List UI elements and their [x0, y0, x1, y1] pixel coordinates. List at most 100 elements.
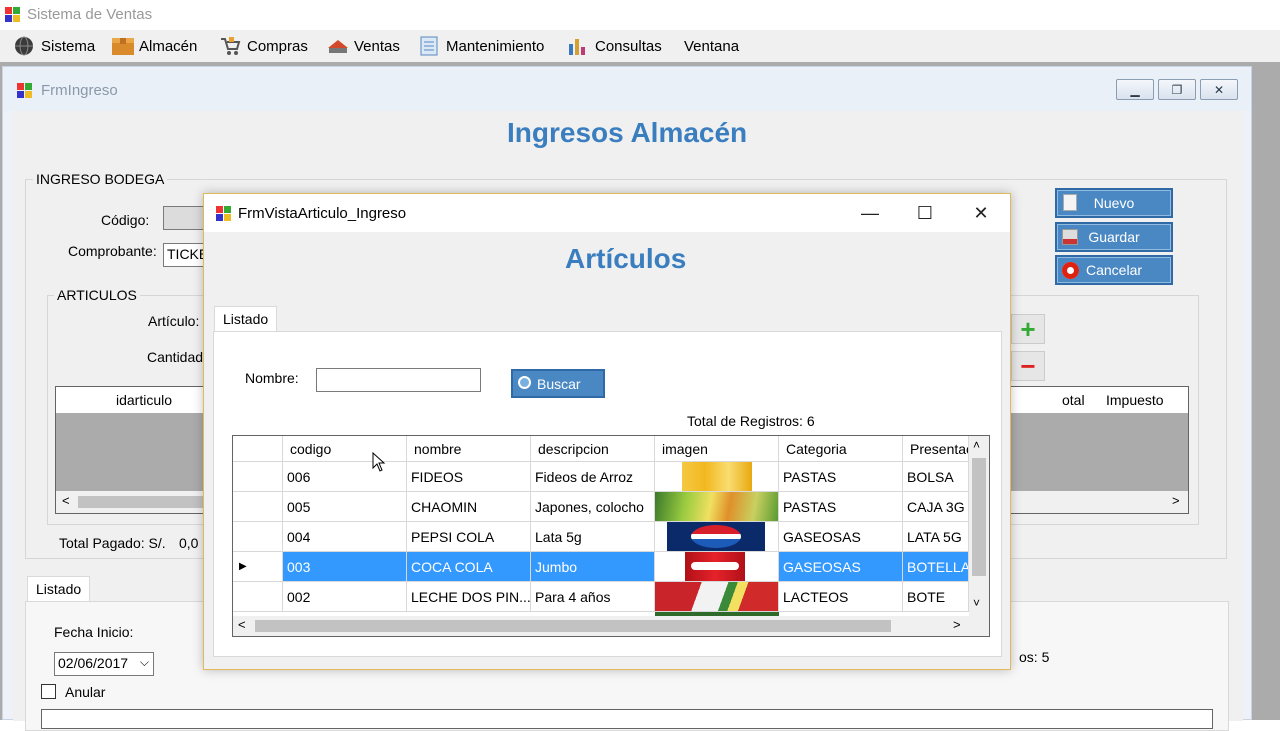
buscar-button[interactable]: Buscar: [511, 369, 605, 398]
cell-descripcion: Jumbo: [531, 552, 655, 582]
menu-almacen[interactable]: Almacén: [111, 34, 197, 58]
cell-descripcion: Fideos de Arroz: [531, 462, 655, 492]
table-row[interactable]: 002 LECHE DOS PIN... Para 4 años LACTEOS…: [233, 582, 969, 612]
menu-bar: Sistema Almacén Compras Ventas Mantenimi…: [0, 30, 1280, 62]
frm-ingreso-title-bar: FrmIngreso ▁ ❐ ✕: [3, 67, 1251, 111]
table-row[interactable]: 004 PEPSI COLA Lata 5g GASEOSAS LATA 5G: [233, 522, 969, 552]
column-header[interactable]: codigo: [283, 436, 407, 462]
menu-mantenimiento[interactable]: Mantenimiento: [418, 34, 544, 58]
cell-nombre: FIDEOS: [407, 462, 531, 492]
buscar-label: Buscar: [537, 375, 581, 392]
menu-ventas[interactable]: Ventas: [326, 34, 400, 58]
column-header[interactable]: descripcion: [531, 436, 655, 462]
tab-listado[interactable]: Listado: [27, 576, 91, 602]
app-title-bar: Sistema de Ventas: [0, 0, 1280, 30]
row-header[interactable]: [233, 582, 283, 612]
row-header[interactable]: [233, 522, 283, 552]
dialog-minimize-button[interactable]: —: [855, 202, 885, 224]
cell-presentacion: LATA 5G: [903, 522, 969, 552]
articulos-grid[interactable]: codigo nombre descripcion imagen Categor…: [232, 435, 990, 637]
total-registros: Total de Registros: 6: [687, 413, 815, 429]
cell-descripcion: Japones, colocho: [531, 492, 655, 522]
comprobante-label: Comprobante:: [68, 243, 157, 259]
cell-codigo: 002: [283, 582, 407, 612]
horizontal-scrollbar[interactable]: < >: [233, 616, 989, 636]
scroll-right-icon: >: [1172, 493, 1180, 508]
scroll-down-icon: ˅: [973, 596, 981, 610]
remove-item-button[interactable]: −: [1011, 351, 1045, 381]
cart-icon: [219, 36, 241, 56]
table-row[interactable]: 006 FIDEOS Fideos de Arroz PASTAS BOLSA: [233, 462, 969, 492]
menu-sistema[interactable]: Sistema: [13, 34, 95, 58]
column-header[interactable]: Presentac: [903, 436, 969, 462]
dialog-title-bar: FrmVistaArticulo_Ingreso — ☐ ✕: [204, 194, 1010, 232]
nuevo-button[interactable]: Nuevo: [1055, 188, 1173, 218]
fecha-inicio-label: Fecha Inicio:: [54, 624, 134, 640]
maximize-icon: ☐: [916, 202, 934, 223]
minimize-button[interactable]: ▁: [1116, 79, 1154, 100]
vertical-scrollbar[interactable]: ˄ ˅: [969, 436, 989, 616]
cell-categoria: GASEOSAS: [779, 552, 903, 582]
dialog-heading: Artículos: [565, 243, 687, 274]
add-item-button[interactable]: +: [1011, 314, 1045, 344]
cell-nombre: LECHE DOS PIN...: [407, 582, 531, 612]
cell-categoria: LACTEOS: [779, 582, 903, 612]
cell-categoria: PASTAS: [779, 462, 903, 492]
cell-presentacion: BOLSA: [903, 462, 969, 492]
listado-grid[interactable]: [41, 709, 1213, 729]
articulos-dialog: FrmVistaArticulo_Ingreso — ☐ ✕ Artículos…: [203, 193, 1011, 670]
table-row-selected[interactable]: ▶ 003 COCA COLA Jumbo GASEOSAS BOTELLA: [233, 552, 969, 582]
grid-header: Impuesto: [1106, 392, 1164, 408]
cell-descripcion: Lata 5g: [531, 522, 655, 552]
anular-checkbox[interactable]: [41, 684, 56, 699]
save-icon: [1062, 229, 1078, 245]
cell-nombre: CHAOMIN: [407, 492, 531, 522]
cell-codigo: 004: [283, 522, 407, 552]
vegetables-image: [655, 492, 778, 521]
frm-ingreso-title: FrmIngreso: [41, 82, 118, 99]
close-icon: ✕: [1213, 82, 1225, 97]
scroll-right-icon: >: [953, 617, 961, 632]
close-icon: ✕: [973, 202, 989, 223]
close-button[interactable]: ✕: [1200, 79, 1238, 100]
menu-consultas[interactable]: Consultas: [567, 34, 662, 58]
table-row[interactable]: 005 CHAOMIN Japones, colocho PASTAS CAJA…: [233, 492, 969, 522]
row-header-corner: [233, 436, 283, 462]
nombre-input[interactable]: [316, 368, 481, 392]
row-header[interactable]: [233, 492, 283, 522]
mouse-cursor-icon: [372, 452, 386, 472]
box-icon: [111, 36, 134, 56]
cantidad-label: Cantidad: [147, 349, 204, 365]
menu-compras[interactable]: Compras: [219, 34, 308, 58]
row-header[interactable]: ▶: [233, 552, 283, 582]
restore-icon: ❐: [1171, 82, 1183, 97]
guardar-label: Guardar: [1088, 229, 1140, 245]
dialog-listado-tabpage: Nombre: Buscar Total de Registros: 6 cod…: [213, 331, 1002, 657]
cell-codigo: 003: [283, 552, 407, 582]
dialog-tab-listado[interactable]: Listado: [214, 306, 278, 332]
menu-label: Sistema: [41, 37, 96, 55]
dialog-close-button[interactable]: ✕: [966, 202, 996, 224]
column-header[interactable]: nombre: [407, 436, 531, 462]
restore-button[interactable]: ❐: [1158, 79, 1196, 100]
guardar-button[interactable]: Guardar: [1055, 222, 1173, 252]
chevron-down-icon: ⌵: [139, 655, 149, 669]
cell-categoria: PASTAS: [779, 492, 903, 522]
column-header[interactable]: imagen: [655, 436, 779, 462]
minimize-icon: —: [861, 202, 879, 223]
menu-ventana[interactable]: Ventana: [684, 34, 739, 58]
group-label: INGRESO BODEGA: [33, 171, 168, 187]
total-pagado-value: 0,0: [179, 535, 199, 551]
cancelar-button[interactable]: Cancelar: [1055, 255, 1173, 285]
cell-imagen: [655, 522, 779, 552]
column-header[interactable]: Categoria: [779, 436, 903, 462]
minimize-icon: ▁: [1130, 82, 1140, 97]
group-label: ARTICULOS: [54, 287, 140, 303]
nombre-label: Nombre:: [245, 370, 299, 386]
total-pagado-label: Total Pagado: S/.: [59, 535, 166, 551]
dialog-maximize-button[interactable]: ☐: [910, 202, 940, 224]
anular-label: Anular: [65, 684, 106, 700]
row-header[interactable]: [233, 462, 283, 492]
fecha-inicio-picker[interactable]: 02/06/2017 ⌵: [54, 652, 154, 676]
cell-nombre: COCA COLA: [407, 552, 531, 582]
